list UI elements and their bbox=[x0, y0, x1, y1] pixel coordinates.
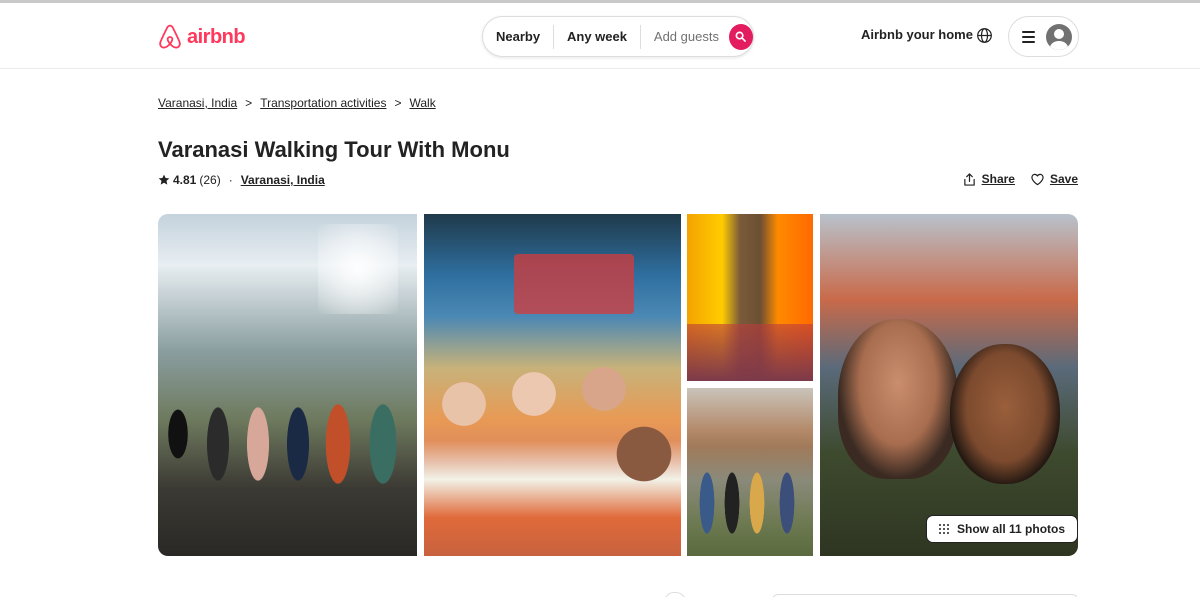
airbnb-logo[interactable]: airbnb bbox=[157, 23, 246, 51]
search-dates[interactable]: Any week bbox=[554, 25, 640, 49]
grid-icon bbox=[939, 524, 949, 534]
site-header: airbnb Nearby Any week Add guests Airbnb… bbox=[0, 3, 1200, 69]
photo-group-street[interactable] bbox=[158, 214, 417, 556]
search-icon bbox=[736, 31, 747, 42]
photo-group-temple[interactable] bbox=[424, 214, 681, 556]
show-all-label: Show all 11 photos bbox=[957, 522, 1066, 536]
photo-selfie[interactable] bbox=[820, 214, 1078, 556]
meta-separator: · bbox=[228, 173, 233, 187]
rating-value: 4.81 bbox=[173, 173, 197, 187]
photo-group-ruins[interactable] bbox=[687, 388, 813, 556]
search-guests[interactable]: Add guests bbox=[641, 25, 727, 49]
brand-name: airbnb bbox=[187, 25, 246, 48]
show-all-photos-button[interactable]: Show all 11 photos bbox=[926, 515, 1079, 543]
share-label: Share bbox=[981, 172, 1015, 186]
star-icon bbox=[158, 174, 170, 185]
search-bar[interactable]: Nearby Any week Add guests bbox=[482, 16, 754, 57]
breadcrumb: Varanasi, India > Transportation activit… bbox=[158, 96, 436, 110]
listing-actions: Share Save bbox=[963, 172, 1078, 186]
page-title: Varanasi Walking Tour With Monu bbox=[158, 137, 510, 162]
share-icon bbox=[963, 172, 975, 186]
breadcrumb-item-type[interactable]: Walk bbox=[409, 96, 435, 110]
breadcrumb-item-city[interactable]: Varanasi, India bbox=[158, 96, 237, 110]
review-count[interactable]: (26) bbox=[199, 173, 220, 187]
chevron-right-icon: > bbox=[394, 96, 402, 110]
chevron-right-icon: > bbox=[245, 96, 253, 110]
airbnb-logo-icon bbox=[159, 24, 181, 49]
listing-meta: 4.81 (26) · Varanasi, India bbox=[158, 173, 325, 187]
listing-location[interactable]: Varanasi, India bbox=[241, 173, 325, 187]
menu-icon bbox=[1022, 30, 1035, 43]
photo-flower-garlands[interactable] bbox=[687, 214, 813, 381]
avatar-icon bbox=[1046, 23, 1072, 50]
host-link[interactable]: Airbnb your home bbox=[861, 27, 973, 42]
save-button[interactable]: Save bbox=[1031, 172, 1078, 186]
partial-avatar bbox=[664, 592, 686, 597]
save-label: Save bbox=[1049, 172, 1078, 186]
search-location[interactable]: Nearby bbox=[483, 25, 553, 49]
heart-icon bbox=[1031, 173, 1044, 185]
search-button[interactable] bbox=[728, 23, 753, 50]
globe-icon[interactable] bbox=[976, 27, 993, 44]
share-button[interactable]: Share bbox=[963, 172, 1015, 186]
user-menu-button[interactable] bbox=[1008, 16, 1079, 57]
breadcrumb-item-category[interactable]: Transportation activities bbox=[260, 96, 386, 110]
